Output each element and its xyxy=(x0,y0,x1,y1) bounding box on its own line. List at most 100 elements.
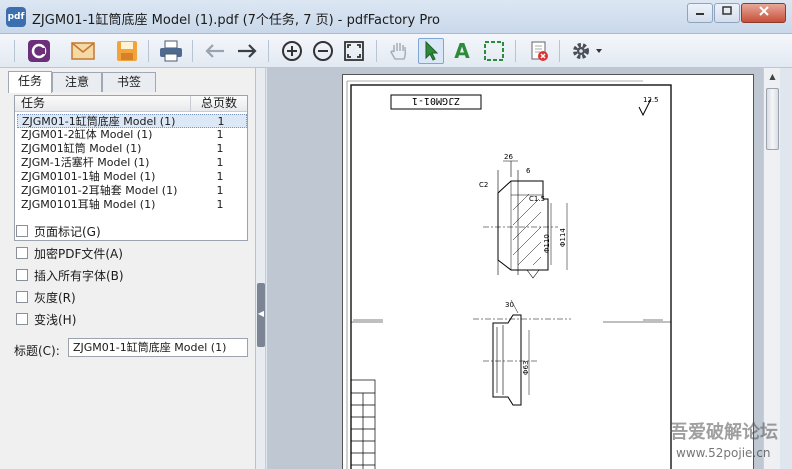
dimension-label: C1.5 xyxy=(529,195,545,203)
tab-notes[interactable]: 注意 xyxy=(52,72,102,92)
lighten-checkbox[interactable] xyxy=(16,313,28,325)
column-header-pages[interactable]: 总页数 xyxy=(191,96,247,112)
job-name: ZJGM0101-1轴 Model (1) xyxy=(21,170,156,183)
settings-menu-button[interactable] xyxy=(568,38,608,64)
option-label: 页面标记(G) xyxy=(34,224,101,239)
minimize-icon xyxy=(696,13,704,15)
dimension-label: 6 xyxy=(526,167,531,175)
job-page-count: 1 xyxy=(216,198,224,211)
scroll-thumb[interactable] xyxy=(766,88,779,150)
dimension-label: 30 xyxy=(505,301,514,309)
window-edge xyxy=(780,68,792,469)
panel-splitter[interactable]: ◀ xyxy=(256,68,266,469)
table-row[interactable]: ZJGM01-2缸体 Model (1) 1 xyxy=(17,128,247,142)
app-logo-icon[interactable]: pdf xyxy=(6,7,26,27)
job-name: ZJGM01-1缸筒底座 Model (1) xyxy=(22,115,176,128)
toolbar-separator xyxy=(192,40,193,62)
text-tool-button[interactable]: A xyxy=(449,38,475,64)
title-field[interactable]: ZJGM01-1缸筒底座 Model (1) xyxy=(68,338,248,357)
dimension-label: Φ63 xyxy=(522,361,530,375)
pdffactory-button[interactable] xyxy=(26,38,52,64)
tab-bookmarks[interactable]: 书签 xyxy=(102,72,156,92)
close-icon xyxy=(758,6,769,16)
table-row[interactable]: ZJGM0101-1轴 Model (1) 1 xyxy=(17,170,247,184)
print-button[interactable] xyxy=(158,38,184,64)
window-title: ZJGM01-1缸筒底座 Model (1).pdf (7个任务, 7 页) -… xyxy=(32,13,440,28)
zoom-out-icon xyxy=(313,41,333,61)
option-label: 插入所有字体(B) xyxy=(34,268,124,283)
toolbar-separator xyxy=(376,40,377,62)
page-marks-checkbox[interactable] xyxy=(16,225,28,237)
job-name: ZJGM01-2缸体 Model (1) xyxy=(21,128,153,141)
option-embed-fonts[interactable]: 插入所有字体(B) xyxy=(16,267,124,283)
option-grayscale[interactable]: 灰度(R) xyxy=(16,289,76,305)
grayscale-checkbox[interactable] xyxy=(16,291,28,303)
job-page-count: 1 xyxy=(216,156,224,169)
fit-page-icon xyxy=(344,41,364,61)
vertical-scrollbar[interactable]: ▲ xyxy=(763,68,780,469)
print-icon xyxy=(160,40,182,62)
scroll-up-icon[interactable]: ▲ xyxy=(764,68,781,85)
pdffactory-icon xyxy=(28,40,50,62)
option-label: 灰度(R) xyxy=(34,290,76,305)
zoom-out-button[interactable] xyxy=(310,38,336,64)
job-page-count: 1 xyxy=(217,115,225,128)
save-icon xyxy=(117,41,137,61)
job-page-count: 1 xyxy=(216,142,224,155)
option-label: 变浅(H) xyxy=(34,312,77,327)
email-icon xyxy=(71,42,95,60)
zoom-in-icon xyxy=(282,41,302,61)
dimension-label: 26 xyxy=(504,153,513,161)
back-arrow-icon xyxy=(205,44,224,58)
hand-tool-button[interactable] xyxy=(386,38,412,64)
hand-tool-icon xyxy=(390,43,407,60)
column-header-job[interactable]: 任务 xyxy=(15,96,191,112)
zoom-in-button[interactable] xyxy=(279,38,305,64)
option-lighten[interactable]: 变浅(H) xyxy=(16,311,76,327)
job-name: ZJGM0101耳轴 Model (1) xyxy=(21,198,156,211)
fit-page-button[interactable] xyxy=(341,38,367,64)
select-tool-button[interactable] xyxy=(418,38,444,64)
table-row[interactable]: ZJGM01-1缸筒底座 Model (1) 1 xyxy=(17,114,247,128)
snapshot-tool-icon xyxy=(484,41,504,61)
jobs-table: 任务 总页数 ZJGM01-1缸筒底座 Model (1) 1 ZJGM01-2缸体… xyxy=(14,95,248,241)
job-name: ZJGM01缸筒 Model (1) xyxy=(21,142,142,155)
option-page-marks[interactable]: 页面标记(G) xyxy=(16,223,101,239)
job-page-count: 1 xyxy=(216,170,224,183)
toolbar-separator xyxy=(268,40,269,62)
minimize-button[interactable] xyxy=(687,3,713,23)
snapshot-tool-button[interactable] xyxy=(481,38,507,64)
job-name: ZJGM-1活塞杆 Model (1) xyxy=(21,156,150,169)
toolbar: A xyxy=(0,34,792,68)
table-row[interactable]: ZJGM0101-2耳轴套 Model (1) 1 xyxy=(17,184,247,198)
table-row[interactable]: ZJGM0101耳轴 Model (1) 1 xyxy=(17,198,247,212)
title-bar: pdf ZJGM01-1缸筒底座 Model (1).pdf (7个任务, 7 … xyxy=(0,0,792,34)
title-field-label: 标题(C): xyxy=(14,344,60,358)
toolbar-separator xyxy=(559,40,560,62)
forward-button[interactable] xyxy=(234,38,260,64)
table-row[interactable]: ZJGM01缸筒 Model (1) 1 xyxy=(17,142,247,156)
maximize-icon xyxy=(722,6,732,15)
settings-gear-icon xyxy=(573,43,602,59)
maximize-button[interactable] xyxy=(714,3,740,23)
embed-fonts-checkbox[interactable] xyxy=(16,269,28,281)
tab-jobs[interactable]: 任务 xyxy=(8,71,52,93)
watermark-text: 吾爱破解论坛 xyxy=(670,422,778,443)
option-label: 加密PDF文件(A) xyxy=(34,246,123,261)
watermark-url: www.52pojie.cn xyxy=(676,446,771,460)
forward-arrow-icon xyxy=(238,44,257,58)
collapse-arrow-icon[interactable]: ◀ xyxy=(256,309,266,318)
email-button[interactable] xyxy=(70,38,96,64)
delete-page-button[interactable] xyxy=(526,38,552,64)
back-button[interactable] xyxy=(202,38,228,64)
option-encrypt-pdf[interactable]: 加密PDF文件(A) xyxy=(16,245,123,261)
encrypt-checkbox[interactable] xyxy=(16,247,28,259)
title-block-text: ZJGM01-1 xyxy=(412,95,460,106)
close-button[interactable] xyxy=(741,3,786,23)
save-button[interactable] xyxy=(114,38,140,64)
dimension-label: Φ114 xyxy=(559,228,567,247)
document-view[interactable]: ZJGM01-1 12.5 26 6 C2 C1.5 Φ110 Φ114 30 … xyxy=(267,68,763,469)
roughness-text: 12.5 xyxy=(643,96,659,104)
job-page-count: 1 xyxy=(216,184,224,197)
table-row[interactable]: ZJGM-1活塞杆 Model (1) 1 xyxy=(17,156,247,170)
